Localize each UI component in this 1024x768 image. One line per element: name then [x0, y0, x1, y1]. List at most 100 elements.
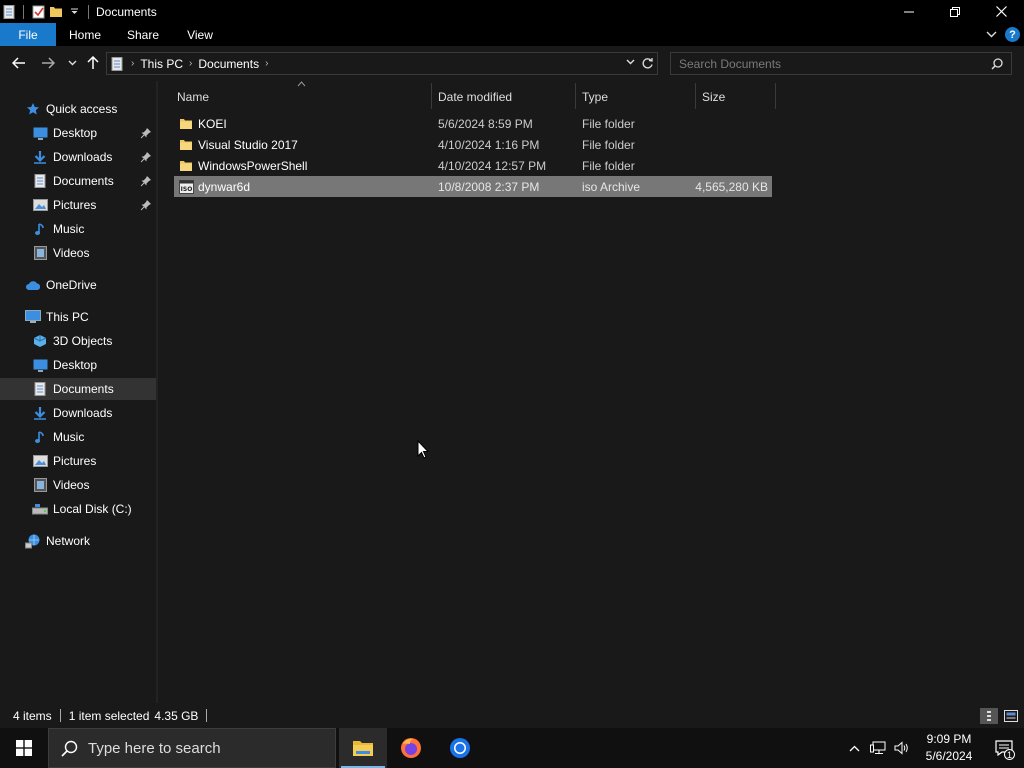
mouse-cursor-icon: [417, 440, 429, 459]
ribbon-right-controls: ?: [986, 23, 1020, 46]
videos-icon: [32, 245, 48, 261]
breadcrumb-chevron-icon[interactable]: ›: [131, 58, 134, 69]
new-folder-icon[interactable]: [49, 5, 63, 19]
tab-share[interactable]: Share: [114, 23, 172, 46]
close-button[interactable]: [978, 0, 1024, 23]
sidebar-item-music[interactable]: Music: [0, 218, 156, 240]
sidebar-item-label: Desktop: [53, 126, 98, 140]
taskbar-file-explorer[interactable]: [339, 728, 387, 768]
breadcrumb-documents[interactable]: Documents: [198, 57, 259, 71]
up-button[interactable]: [84, 54, 102, 72]
back-button[interactable]: [10, 54, 28, 72]
window-title: Documents: [96, 4, 157, 19]
documents-location-icon: [111, 56, 123, 71]
search-icon[interactable]: [991, 58, 1003, 70]
sidebar-item-pictures[interactable]: Pictures: [0, 194, 156, 216]
file-explorer-icon: [353, 741, 373, 756]
navigation-pane: Quick access Desktop Downloads Documents…: [0, 93, 156, 703]
tab-view[interactable]: View: [172, 23, 228, 46]
address-dropdown-chevron-icon[interactable]: [626, 59, 635, 65]
windows-logo-icon: [16, 740, 32, 756]
restore-button[interactable]: [932, 0, 978, 23]
expand-ribbon-chevron-icon[interactable]: [986, 31, 997, 38]
star-icon: [25, 101, 41, 117]
iso-file-icon: ISO: [179, 176, 194, 197]
sidebar-item-label: Videos: [53, 246, 90, 260]
sidebar-item-documents[interactable]: Documents: [0, 170, 156, 192]
network-status-icon[interactable]: [866, 728, 890, 768]
sidebar-item-3d-objects[interactable]: 3D Objects: [0, 330, 156, 352]
help-icon[interactable]: ?: [1005, 27, 1020, 42]
file-type: File folder: [582, 137, 635, 152]
volume-icon[interactable]: [890, 728, 914, 768]
sidebar-item-network[interactable]: Network: [0, 530, 156, 552]
sidebar-item-pictures[interactable]: Pictures: [0, 450, 156, 472]
refresh-icon[interactable]: [641, 57, 654, 70]
sidebar-item-quick-access[interactable]: Quick access: [0, 98, 156, 120]
column-divider[interactable]: [695, 83, 696, 109]
details-view-icon[interactable]: [980, 708, 998, 724]
sidebar-item-downloads[interactable]: Downloads: [0, 146, 156, 168]
tab-file[interactable]: File: [0, 23, 56, 46]
column-header-type[interactable]: Type: [582, 85, 608, 109]
pin-icon[interactable]: [140, 199, 152, 211]
tab-home[interactable]: Home: [56, 23, 114, 46]
taskbar-chrome[interactable]: [436, 728, 484, 768]
pin-icon[interactable]: [140, 175, 152, 187]
file-row[interactable]: WindowsPowerShell 4/10/2024 12:57 PM Fil…: [174, 155, 772, 176]
sidebar-item-local-disk[interactable]: Local Disk (C:): [0, 498, 156, 520]
sidebar-item-label: OneDrive: [46, 278, 97, 292]
large-icons-view-icon[interactable]: [1002, 708, 1020, 724]
sidebar-item-desktop[interactable]: Desktop: [0, 354, 156, 376]
search-input[interactable]: [679, 56, 979, 71]
address-bar[interactable]: › This PC › Documents ›: [106, 52, 658, 75]
sidebar-item-documents[interactable]: Documents: [0, 378, 156, 400]
folder-icon: [179, 134, 193, 155]
recent-locations-chevron-icon[interactable]: [63, 54, 81, 72]
notification-count-badge: 1: [1004, 749, 1015, 760]
file-name: WindowsPowerShell: [198, 158, 308, 173]
sidebar-item-onedrive[interactable]: OneDrive: [0, 274, 156, 296]
sidebar-item-label: Pictures: [53, 198, 97, 212]
sidebar-item-label: Documents: [53, 382, 114, 396]
sidebar-item-videos[interactable]: Videos: [0, 474, 156, 496]
properties-icon[interactable]: [31, 5, 45, 19]
breadcrumb-chevron-icon[interactable]: ›: [189, 58, 192, 69]
document-app-icon[interactable]: [2, 4, 16, 19]
folder-icon: [179, 113, 193, 134]
column-header-size[interactable]: Size: [702, 85, 725, 109]
file-row[interactable]: KOEI 5/6/2024 8:59 PM File folder: [174, 113, 772, 134]
column-header-name[interactable]: Name: [177, 85, 209, 109]
sidebar-item-music[interactable]: Music: [0, 426, 156, 448]
breadcrumb-this-pc[interactable]: This PC: [140, 57, 183, 71]
column-divider[interactable]: [431, 83, 432, 109]
file-date: 5/6/2024 8:59 PM: [438, 116, 533, 131]
pin-icon[interactable]: [140, 151, 152, 163]
file-row-selected[interactable]: ISO dynwar6d 10/8/2008 2:37 PM iso Archi…: [174, 176, 772, 197]
file-row[interactable]: Visual Studio 2017 4/10/2024 1:16 PM Fil…: [174, 134, 772, 155]
sidebar-item-videos[interactable]: Videos: [0, 242, 156, 264]
sidebar-item-downloads[interactable]: Downloads: [0, 402, 156, 424]
column-divider[interactable]: [575, 83, 576, 109]
taskbar-firefox[interactable]: [387, 728, 435, 768]
pin-icon[interactable]: [140, 127, 152, 139]
item-count: 4 items: [13, 708, 52, 723]
breadcrumb-chevron-icon[interactable]: ›: [265, 58, 268, 69]
taskbar-search[interactable]: Type here to search: [48, 728, 336, 768]
minimize-button[interactable]: [886, 0, 932, 23]
sidebar-item-label: Documents: [53, 174, 114, 188]
clock-time: 9:09 PM: [926, 732, 972, 746]
clock[interactable]: 9:09 PM 5/6/2024: [914, 731, 984, 765]
show-hidden-icons-chevron-icon[interactable]: [842, 728, 866, 768]
sidebar-item-desktop[interactable]: Desktop: [0, 122, 156, 144]
forward-button[interactable]: [39, 54, 57, 72]
column-header-date[interactable]: Date modified: [438, 85, 512, 109]
action-center-button[interactable]: 1: [984, 728, 1024, 768]
start-button[interactable]: [0, 728, 48, 768]
sidebar-item-this-pc[interactable]: This PC: [0, 306, 156, 328]
sidebar-item-label: Pictures: [53, 454, 97, 468]
column-divider[interactable]: [775, 83, 776, 109]
customize-toolbar-dropdown-icon[interactable]: [67, 5, 81, 19]
file-name: KOEI: [198, 116, 227, 131]
sidebar-item-label: Videos: [53, 478, 90, 492]
